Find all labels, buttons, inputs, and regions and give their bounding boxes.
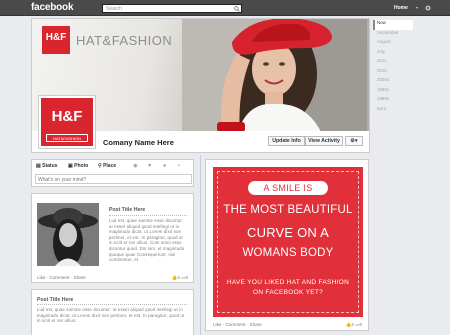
post-body: Lud est, quae summe esse dicuntur: ut es… [37,307,185,324]
like-count: 4 [351,322,354,327]
gear-icon[interactable] [424,4,432,12]
woman-in-red-hat-image [182,19,367,131]
search-placeholder: Search [106,6,122,12]
year-item[interactable]: September [373,30,413,40]
chevron-down-icon: ▾ [355,138,358,144]
post-title[interactable]: Post Title Here [109,207,145,213]
brand-logo-box: H&F [42,26,70,54]
profile-logo-text: H&F [51,108,83,125]
post-actions[interactable]: Like · Comment · Share [213,322,262,327]
promo-question: HAVE YOU LIKED HAT AND FASHION [226,279,350,286]
year-item[interactable]: August [373,39,413,49]
update-info-button[interactable]: Update Info [268,136,305,146]
year-item[interactable]: Born [373,106,413,116]
page-title[interactable]: Comany Name Here [103,138,174,147]
divider [109,215,187,216]
search-input[interactable]: Search [102,4,242,13]
year-item[interactable]: July [373,49,413,59]
post-actions[interactable]: Like · Comment · Share [37,275,86,280]
comment-count: 0 [185,275,188,280]
comment-count: 0 [359,322,362,327]
year-item[interactable]: 2011 [373,58,413,68]
timeline-divider [200,155,201,335]
tab-place-label: Place [103,163,117,169]
chevron-down-icon[interactable]: ▾ [416,5,418,10]
facebook-logo[interactable]: facebook [31,2,74,13]
search-icon[interactable] [234,6,240,12]
brand-logo-text: H&F [45,32,67,43]
timeline-post: Post Title Here Lud est, quae summe esse… [31,289,194,335]
calendar-icon[interactable]: ◉ [133,163,138,169]
tab-status[interactable]: ▤ Status [36,163,57,169]
promo-line: WOMANS BODY [242,247,334,259]
photo-icon[interactable]: ▪ [178,163,180,169]
home-link[interactable]: Home [394,5,408,11]
globe-icon[interactable]: ● [163,163,166,169]
promo-post: A SMILE IS THE MOST BEAUTIFUL CURVE ON A… [205,159,369,331]
top-navigation-bar: facebook Search Home ▾ [0,0,450,16]
profile-logo: H&F HAT&FASHION [41,98,93,146]
view-activity-button[interactable]: View Activity [305,136,343,146]
promo-line: THE MOST BEAUTIFUL [223,204,353,216]
year-item[interactable]: 1980s [373,96,413,106]
profile-picture[interactable]: H&F HAT&FASHION [38,95,96,149]
post-body: Lud est, quae summe esse dicuntur: ut es… [109,218,185,263]
promo-image[interactable]: A SMILE IS THE MOST BEAUTIFUL CURVE ON A… [213,167,363,317]
timeline-post: Post Title Here Lud est, quae summe esse… [31,193,194,283]
settings-button[interactable]: ⚙▾ [345,136,363,146]
page-header-card: H&F HAT&FASHION H&F HAT&FASHION Comany N… [31,18,370,153]
divider [37,304,187,305]
promo-pill: A SMILE IS [248,181,328,195]
status-composer: ▤ Status ▣ Photo ⚲ Place ◉ ♥ ● ▪ What's … [31,159,194,187]
like-count: 4 [177,275,180,280]
post-counts: 👍4 ▭0 [346,322,362,328]
promo-line: CURVE ON A [247,225,329,240]
tab-status-label: Status [42,163,58,169]
tab-place[interactable]: ⚲ Place [98,163,116,169]
year-item[interactable]: 1990s [373,87,413,97]
tab-photo[interactable]: ▣ Photo [68,163,88,169]
status-input[interactable]: What's on your mind? [35,174,192,184]
woman-in-hat-photo[interactable] [37,203,99,266]
year-item[interactable]: 2000s [373,77,413,87]
brand-name: HAT&FASHION [76,33,173,48]
post-counts: 👍4 ▭0 [172,275,188,281]
year-item-now[interactable]: Now [373,20,413,30]
profile-logo-subtitle: HAT&FASHION [46,134,88,142]
year-item[interactable]: 2010 [373,68,413,78]
tab-photo-label: Photo [74,163,89,169]
promo-question: ON FACEBOOK YET? [252,289,324,296]
post-title[interactable]: Post Title Here [37,297,73,303]
heart-icon[interactable]: ♥ [148,163,151,169]
timeline-year-nav: Now September August July 2011 2010 2000… [373,20,413,115]
